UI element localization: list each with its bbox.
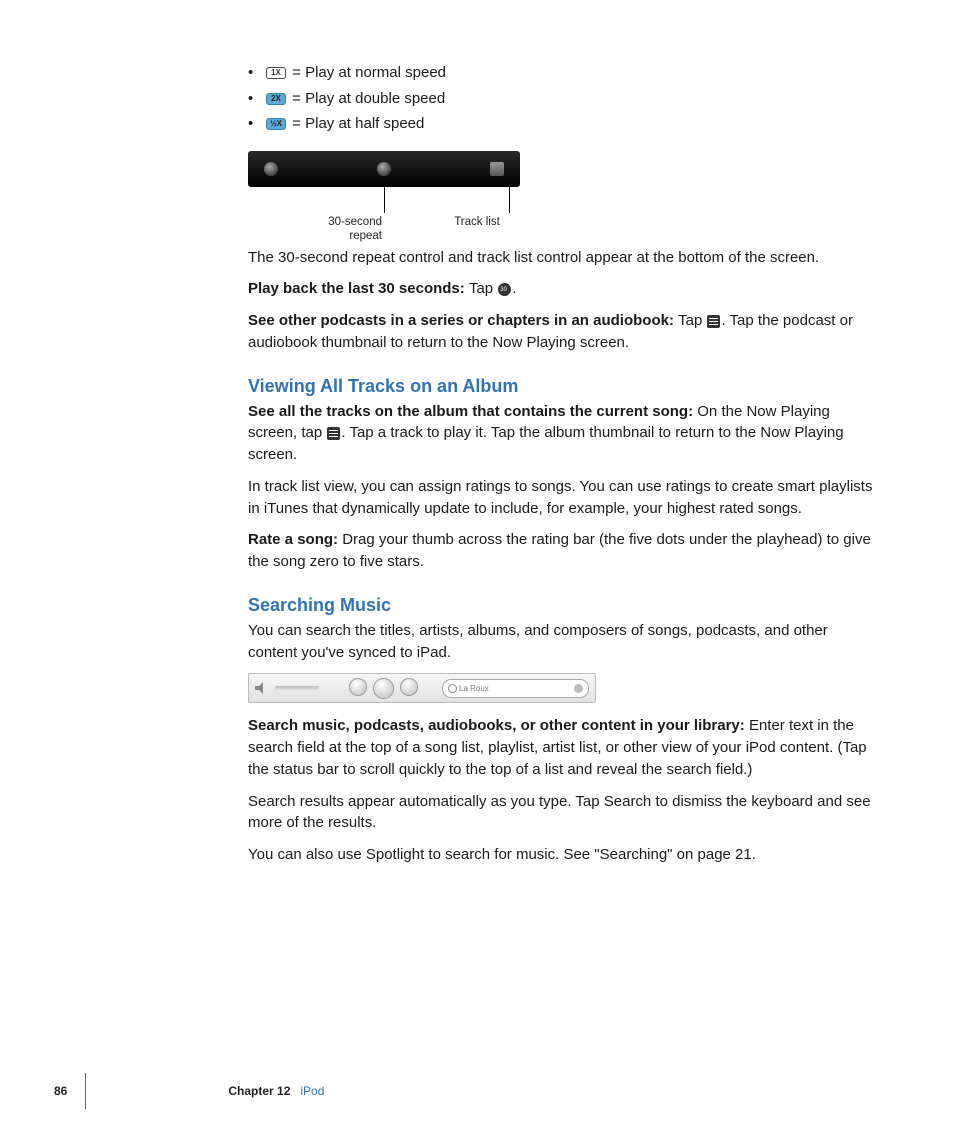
back-icon [264, 162, 278, 176]
speed-item-halfx: ½X = Play at half speed [248, 111, 874, 137]
paragraph-see-other: See other podcasts in a series or chapte… [248, 310, 874, 354]
paragraph-search-intro: You can search the titles, artists, albu… [248, 620, 874, 664]
playback-bold: Play back the last 30 seconds: [248, 280, 469, 297]
figure-callouts: 30-second repeat Track list [248, 191, 520, 247]
speed-bullet-list: 1X = Play at normal speed 2X = Play at d… [248, 60, 874, 137]
search-toolbar-figure: La Roux [248, 673, 596, 703]
seeother-mid: Tap [678, 312, 706, 329]
speed-badge-2x-icon: 2X [266, 93, 286, 105]
heading-viewing-tracks: Viewing All Tracks on an Album [248, 376, 874, 397]
callout-tracklist: Track list [447, 215, 507, 229]
footer-divider [85, 1073, 86, 1109]
paragraph-see-all-tracks: See all the tracks on the album that con… [248, 401, 874, 466]
chapter-label: Chapter 12 [228, 1084, 290, 1098]
prev-track-icon [349, 678, 367, 696]
tracklist-icon [490, 162, 504, 176]
tracklist-inline-icon [707, 315, 720, 328]
paragraph-search-library: Search music, podcasts, audiobooks, or o… [248, 715, 874, 780]
callout-repeat-line2: repeat [349, 230, 382, 242]
speed-text-2x: = Play at double speed [288, 90, 445, 107]
repeat-30-inline-icon [498, 283, 511, 296]
search-field-value: La Roux [459, 684, 489, 693]
paragraph-playback-30: Play back the last 30 seconds: Tap . [248, 278, 874, 300]
rate-rest: Drag your thumb across the rating bar (t… [248, 531, 871, 570]
speed-text-1x: = Play at normal speed [288, 64, 446, 81]
volume-icon [255, 682, 271, 694]
play-icon [373, 678, 394, 699]
volume-slider [275, 686, 319, 690]
paragraph-tracklist-view: In track list view, you can assign ratin… [248, 476, 874, 520]
paragraph-search-results: Search results appear automatically as y… [248, 791, 874, 835]
rate-bold: Rate a song: [248, 531, 342, 548]
speed-item-2x: 2X = Play at double speed [248, 86, 874, 112]
seeother-bold: See other podcasts in a series or chapte… [248, 312, 678, 329]
seeall-bold: See all the tracks on the album that con… [248, 403, 697, 420]
speed-text-halfx: = Play at half speed [288, 115, 424, 132]
next-track-icon [400, 678, 418, 696]
speed-badge-1x-icon: 1X [266, 67, 286, 79]
playback-cluster [349, 678, 418, 699]
tracklist-inline-icon-2 [327, 427, 340, 440]
paragraph-rate-song: Rate a song: Drag your thumb across the … [248, 529, 874, 573]
search-field: La Roux [442, 679, 589, 698]
page-number: 86 [54, 1084, 67, 1098]
speed-badge-halfx-icon: ½X [266, 118, 286, 130]
page-footer: 86 Chapter 12 iPod [54, 1073, 874, 1109]
paragraph-spotlight: You can also use Spotlight to search for… [248, 844, 874, 866]
searchlib-bold: Search music, podcasts, audiobooks, or o… [248, 717, 749, 734]
callout-repeat-line1: 30-second [328, 216, 382, 228]
speed-item-1x: 1X = Play at normal speed [248, 60, 874, 86]
heading-searching-music: Searching Music [248, 595, 874, 616]
playback-rest: Tap [469, 280, 497, 297]
chapter-name: iPod [300, 1084, 324, 1098]
paragraph-controls-appear: The 30-second repeat control and track l… [248, 247, 874, 269]
player-bar-figure [248, 151, 520, 187]
repeat-30-icon [377, 162, 391, 176]
